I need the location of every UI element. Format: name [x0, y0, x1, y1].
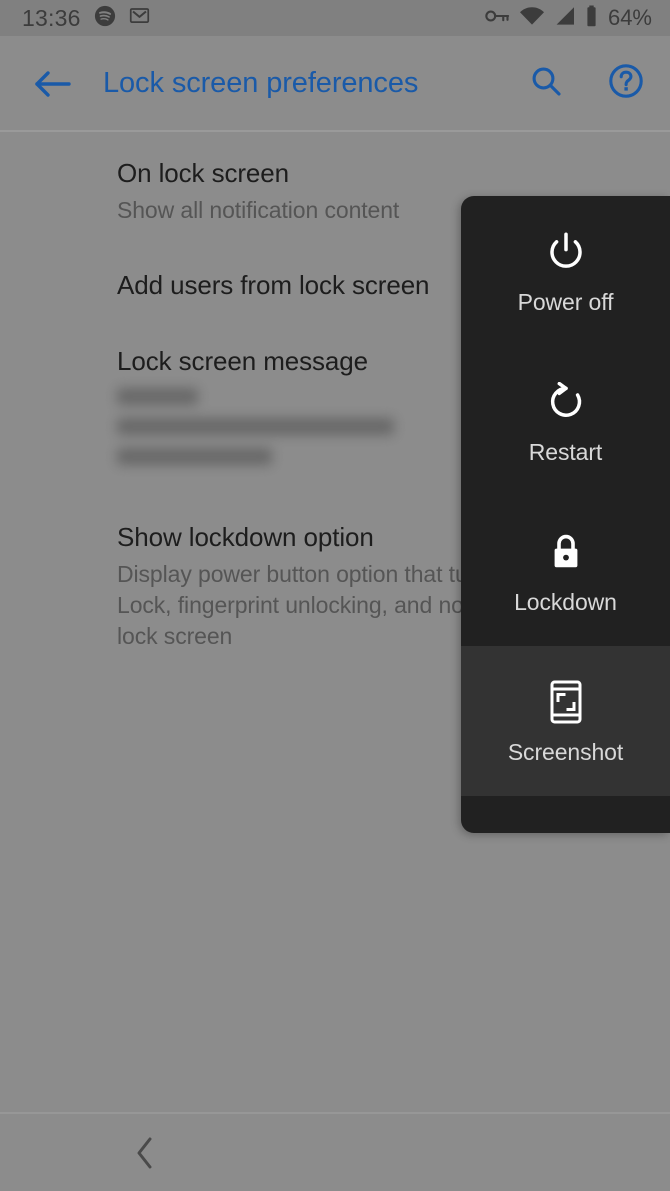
battery-percent-label: 64% — [607, 5, 652, 30]
power-off-button[interactable]: Power off — [461, 196, 670, 346]
help-button[interactable] — [602, 60, 650, 108]
power-menu-label: Screenshot — [507, 738, 624, 765]
status-bar: 13:36 64% — [0, 0, 670, 36]
wifi-icon — [519, 6, 545, 31]
chevron-left-icon — [134, 1136, 156, 1175]
status-bar-right: 64% — [485, 5, 652, 32]
navigation-bar — [0, 1114, 670, 1191]
power-menu-panel: Power off Restart Lockdown Screenshot — [461, 196, 670, 833]
power-menu-bottom-padding — [461, 796, 670, 833]
power-icon — [547, 229, 585, 275]
restart-icon — [547, 379, 585, 425]
app-toolbar: Lock screen preferences — [0, 36, 670, 131]
status-clock: 13:36 — [22, 4, 81, 31]
spotify-icon — [94, 5, 116, 32]
preference-title: On lock screen — [117, 158, 290, 188]
screenshot-button[interactable]: Screenshot — [461, 646, 670, 796]
android-screen: 13:36 64% Lock screen preferences On loc… — [0, 0, 670, 1191]
power-menu-label: Restart — [528, 438, 603, 465]
power-menu-label: Lockdown — [514, 588, 617, 615]
nav-back-button[interactable] — [118, 1128, 172, 1182]
vpn-key-icon — [485, 7, 510, 30]
battery-icon — [585, 5, 598, 32]
search-button[interactable] — [522, 60, 570, 108]
page-title: Lock screen preferences — [103, 67, 419, 99]
back-button[interactable] — [28, 60, 76, 108]
restart-button[interactable]: Restart — [461, 346, 670, 496]
gmail-icon — [129, 5, 150, 31]
status-bar-left: 13:36 — [22, 5, 485, 32]
lockdown-button[interactable]: Lockdown — [461, 496, 670, 646]
screenshot-icon — [549, 679, 583, 725]
lock-icon — [549, 529, 583, 575]
search-icon — [529, 64, 563, 103]
help-circle-icon — [608, 63, 644, 104]
cellular-signal-icon — [554, 6, 576, 31]
power-menu-label: Power off — [517, 288, 614, 315]
